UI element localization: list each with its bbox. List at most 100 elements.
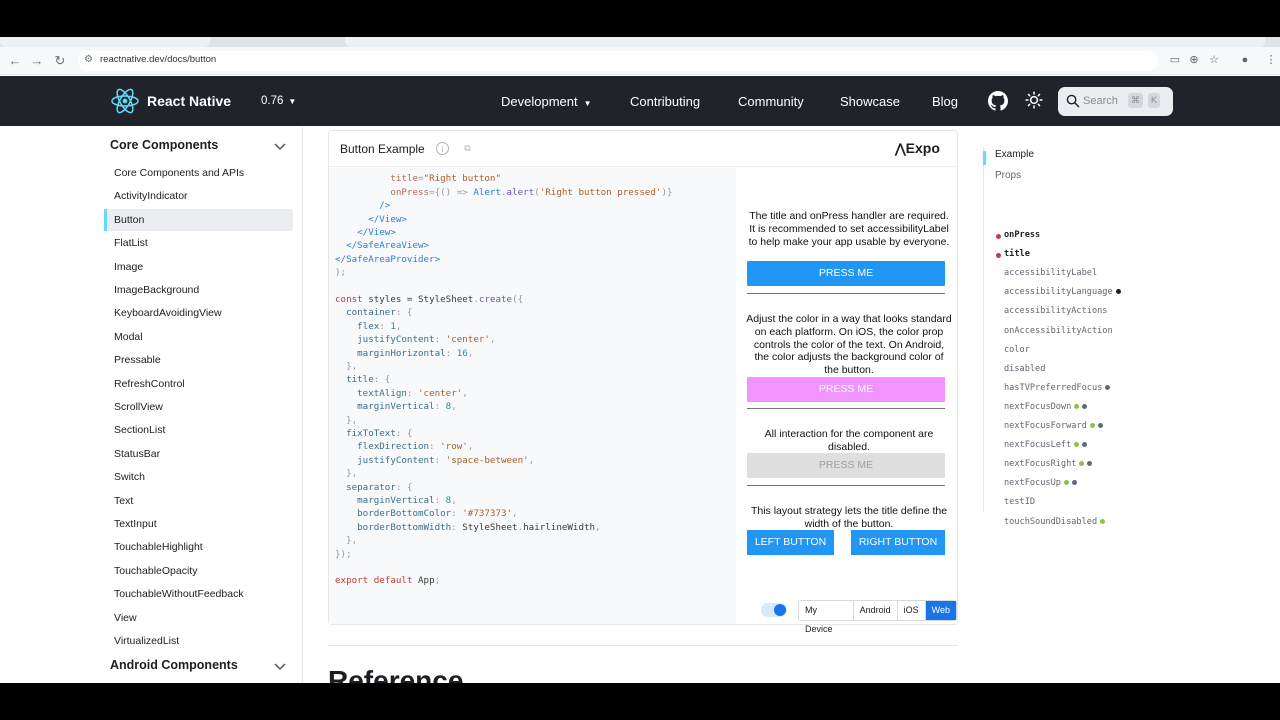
back-icon[interactable]: ← <box>7 53 23 69</box>
code-token: onPress <box>390 186 430 198</box>
sidebar-item-switch[interactable]: Switch <box>104 466 293 488</box>
expo-logo[interactable]: ⋀Expo <box>895 140 940 157</box>
sidebar-item-text[interactable]: Text <box>104 490 293 512</box>
code-token: textAlign <box>335 387 407 399</box>
sidebar-item-flatlist[interactable]: FlatList <box>104 232 293 254</box>
sidebar-item-textinput[interactable]: TextInput <box>104 513 293 535</box>
sidebar-item-core-components-and-apis[interactable]: Core Components and APIs <box>104 162 293 184</box>
press-me-pink-button[interactable]: PRESS ME <box>747 377 945 402</box>
toc-prop-color[interactable]: color <box>1004 345 1030 355</box>
search-icon <box>1066 94 1080 108</box>
docs-sidebar: Core Components Core Components and APIs… <box>0 126 303 683</box>
platform-dot-icon <box>1082 403 1088 409</box>
info-icon[interactable]: i <box>436 142 449 155</box>
toc-prop-touchsounddisabled[interactable]: touchSoundDisabled <box>1004 517 1106 527</box>
version-dropdown[interactable]: 0.76 ▼ <box>261 95 296 107</box>
brand-title[interactable]: React Native <box>147 93 231 109</box>
toc-prop-label: accessibilityLanguage <box>1004 287 1113 298</box>
toc-prop-title[interactable]: title <box>996 249 1030 259</box>
toc-prop-testid[interactable]: testID <box>1004 497 1035 507</box>
platform-ios[interactable]: iOS <box>898 601 926 620</box>
platform-my-device[interactable]: My Device <box>799 601 854 634</box>
toc-prop-nextfocusleft[interactable]: nextFocusLeft <box>1004 440 1088 450</box>
toc-prop-nextfocusright[interactable]: nextFocusRight <box>1004 459 1093 469</box>
bookmark-star-icon[interactable]: ☆ <box>1207 53 1221 67</box>
code-token: marginHorizontal <box>335 347 446 359</box>
preview-toggle[interactable] <box>761 603 787 617</box>
toc-props[interactable]: Props <box>995 170 1021 181</box>
sidebar-item-virtualizedlist[interactable]: VirtualizedList <box>104 630 293 652</box>
chevron-down-icon[interactable] <box>274 143 286 151</box>
sidebar-item-image[interactable]: Image <box>104 256 293 278</box>
sidebar-item-touchablehighlight[interactable]: TouchableHighlight <box>104 536 293 558</box>
toc-prop-onaccessibilityaction[interactable]: onAccessibilityAction <box>1004 326 1113 336</box>
toc-prop-nextfocusforward[interactable]: nextFocusForward <box>1004 421 1103 431</box>
sidebar-item-refreshcontrol[interactable]: RefreshControl <box>104 373 293 395</box>
sidebar-section-android-components[interactable]: Android Components <box>110 658 238 672</box>
more-menu-icon[interactable]: ⋮ <box>1264 53 1278 67</box>
code-token: }, <box>335 535 358 547</box>
code-editor[interactable]: <Button title="Right button" onPress={()… <box>329 168 736 624</box>
nav-community[interactable]: Community <box>738 94 804 109</box>
sidebar-item-button[interactable]: Button <box>104 208 293 231</box>
right-button[interactable]: RIGHT BUTTON <box>851 530 945 555</box>
reload-icon[interactable]: ↻ <box>52 53 68 69</box>
sidebar-item-modal[interactable]: Modal <box>104 326 293 348</box>
site-info-icon[interactable]: ⚙ <box>84 54 96 66</box>
sidebar-item-activityindicator[interactable]: ActivityIndicator <box>104 185 293 207</box>
sidebar-item-imagebackground[interactable]: ImageBackground <box>104 279 293 301</box>
press-me-button[interactable]: PRESS ME <box>747 261 945 286</box>
code-token: : <box>379 320 391 332</box>
toggle-knob <box>774 604 786 616</box>
browser-tab[interactable] <box>0 37 210 47</box>
platform-web[interactable]: Web <box>925 601 956 620</box>
press-me-disabled-button: PRESS ME <box>747 453 945 478</box>
toc-prop-accessibilityactions[interactable]: accessibilityActions <box>1004 306 1107 316</box>
zoom-icon[interactable]: ⊕ <box>1187 53 1201 67</box>
toc-prop-nextfocusup[interactable]: nextFocusUp <box>1004 478 1077 488</box>
toc-prop-nextfocusdown[interactable]: nextFocusDown <box>1004 402 1088 412</box>
sidebar-item-statusbar[interactable]: StatusBar <box>104 443 293 465</box>
sidebar-item-keyboardavoidingview[interactable]: KeyboardAvoidingView <box>104 302 293 324</box>
chevron-down-icon[interactable] <box>274 663 286 671</box>
url-field[interactable]: ⚙ reactnative.dev/docs/button <box>78 51 1158 71</box>
code-token: : <box>434 401 446 413</box>
search-button[interactable]: Search ⌘ K <box>1058 87 1173 116</box>
cast-icon[interactable]: ▭ <box>1168 53 1182 67</box>
react-logo-icon[interactable] <box>110 87 140 115</box>
browser-tab[interactable] <box>345 37 1265 47</box>
sidebar-item-view[interactable]: View <box>104 607 293 629</box>
nav-development[interactable]: Development ▼ <box>501 94 592 109</box>
code-line: flex: 1, <box>335 321 401 332</box>
toc-prop-disabled[interactable]: disabled <box>1004 364 1045 374</box>
tab-strip <box>0 37 1280 47</box>
sidebar-section-core-components[interactable]: Core Components <box>110 138 218 152</box>
sidebar-item-sectionlist[interactable]: SectionList <box>104 419 293 441</box>
sidebar-item-touchableopacity[interactable]: TouchableOpacity <box>104 560 293 582</box>
toc-prop-onpress[interactable]: onPress <box>996 230 1040 240</box>
github-icon[interactable] <box>988 91 1008 111</box>
toc-prop-accessibilitylabel[interactable]: accessibilityLabel <box>1004 268 1097 278</box>
nav-contributing[interactable]: Contributing <box>630 94 700 109</box>
toc-prop-accessibilitylanguage[interactable]: accessibilityLanguage <box>1004 287 1121 297</box>
forward-icon[interactable]: → <box>29 53 45 69</box>
toc-prop-hastvpreferredfocus[interactable]: hasTVPreferredFocus <box>1004 383 1111 393</box>
nav-showcase[interactable]: Showcase <box>840 94 900 109</box>
search-key-k: K <box>1148 93 1161 108</box>
nav-blog[interactable]: Blog <box>932 94 958 109</box>
code-line: }); <box>335 549 352 560</box>
left-button[interactable]: LEFT BUTTON <box>747 530 834 555</box>
external-link-icon[interactable]: ⧉ <box>461 142 474 155</box>
sidebar-item-pressable[interactable]: Pressable <box>104 349 293 371</box>
platform-dot-icon <box>1079 461 1085 467</box>
sidebar-item-scrollview[interactable]: ScrollView <box>104 396 293 418</box>
code-token: borderBottomColor <box>335 508 452 520</box>
toc-example[interactable]: Example <box>995 149 1034 160</box>
sidebar-item-touchablewithoutfeedback[interactable]: TouchableWithoutFeedback <box>104 583 293 605</box>
toc-prop-label: disabled <box>1004 363 1046 374</box>
profile-avatar[interactable]: ● <box>1238 53 1252 67</box>
platform-android[interactable]: Android <box>854 601 898 620</box>
theme-toggle-icon[interactable] <box>1025 91 1043 109</box>
